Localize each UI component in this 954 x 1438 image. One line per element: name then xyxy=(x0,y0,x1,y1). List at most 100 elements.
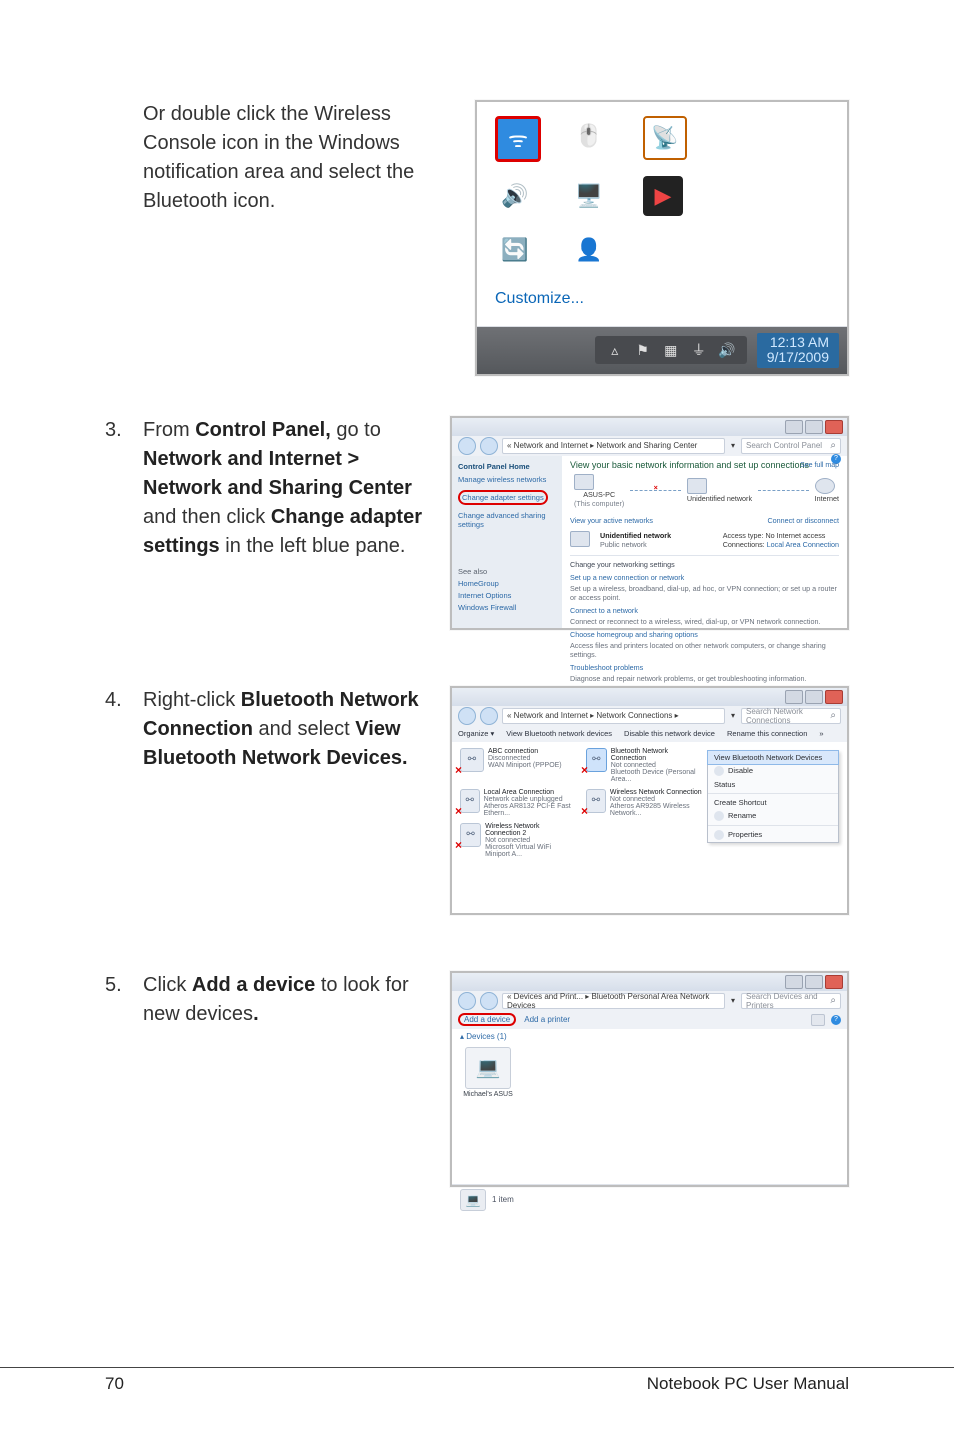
screenshot-network-sharing: « Network and Internet ▸ Network and Sha… xyxy=(450,416,849,630)
see-also-internet-options[interactable]: Internet Options xyxy=(458,591,556,600)
breadcrumb[interactable]: « Network and Internet ▸ Network and Sha… xyxy=(502,438,725,454)
help-icon[interactable]: ? xyxy=(831,1015,841,1025)
forward-button[interactable] xyxy=(480,707,498,725)
add-device-button[interactable]: Add a device xyxy=(458,1013,516,1026)
wifi-icon[interactable]: ᯤ xyxy=(495,116,541,162)
search-input[interactable]: Search Network Connections xyxy=(741,708,841,724)
setup-link[interactable]: Set up a new connection or network xyxy=(570,573,839,582)
conn-item[interactable]: ⚯× Wireless Network Connection 2Not conn… xyxy=(460,823,576,858)
menu-view-bt[interactable]: View Bluetooth Network Devices xyxy=(707,750,839,765)
tray-time: 12:13 AM xyxy=(767,335,829,350)
sidebar-link-sharing[interactable]: Change advanced sharing settings xyxy=(458,511,556,529)
conn-item-bluetooth[interactable]: ⚯× Bluetooth Network ConnectionNot conne… xyxy=(586,748,702,783)
connections-list: ⚯× ABC connectionDisconnectedWAN Minipor… xyxy=(452,742,719,864)
organize-menu[interactable]: Organize ▾ xyxy=(458,729,494,738)
min-button[interactable] xyxy=(785,420,803,434)
forward-button[interactable] xyxy=(480,992,498,1010)
conn-item[interactable]: ⚯× ABC connectionDisconnectedWAN Minipor… xyxy=(460,748,576,783)
node-pc-icon xyxy=(574,474,594,490)
add-printer-button[interactable]: Add a printer xyxy=(524,1015,570,1024)
back-button[interactable] xyxy=(458,437,476,455)
window-titlebar xyxy=(452,418,847,436)
node-internet-icon xyxy=(815,478,835,494)
back-button[interactable] xyxy=(458,992,476,1010)
toolbar-disable[interactable]: Disable this network device xyxy=(624,729,715,738)
max-button[interactable] xyxy=(805,420,823,434)
mouse-icon[interactable]: 🖱️ xyxy=(569,116,609,156)
connection-icon: ⚯× xyxy=(460,748,484,772)
connect-desc: Connect or reconnect to a wireless, wire… xyxy=(570,617,839,626)
close-button[interactable] xyxy=(825,420,843,434)
connect-disconnect-link[interactable]: Connect or disconnect xyxy=(767,516,839,525)
tray-up-icon[interactable]: ▵ xyxy=(605,340,625,360)
tray-bars-icon[interactable]: ⏚ xyxy=(689,340,709,360)
breadcrumb[interactable]: « Devices and Print... ▸ Bluetooth Perso… xyxy=(502,993,725,1009)
device-item[interactable]: 💻 Michael's ASUS xyxy=(462,1047,514,1098)
see-also-firewall[interactable]: Windows Firewall xyxy=(458,603,556,612)
view-button[interactable] xyxy=(811,1014,825,1026)
toolbar-view-bt[interactable]: View Bluetooth network devices xyxy=(506,729,612,738)
min-button[interactable] xyxy=(785,975,803,989)
monitor-icon[interactable]: 🖥️ xyxy=(569,176,609,216)
troubleshoot-link[interactable]: Troubleshoot problems xyxy=(570,663,839,672)
toolbar-rename[interactable]: Rename this connection xyxy=(727,729,807,738)
back-button[interactable] xyxy=(458,707,476,725)
tray-clock[interactable]: 12:13 AM 9/17/2009 xyxy=(757,333,839,368)
menu-disable[interactable]: Disable xyxy=(708,764,838,778)
search-input[interactable]: Search Control Panel xyxy=(741,438,841,454)
tray-net-icon[interactable]: ▦ xyxy=(661,340,681,360)
refresh-icon[interactable]: 🔄 xyxy=(495,230,535,270)
menu-rename[interactable]: Rename xyxy=(708,809,838,823)
access-type-value: No Internet access xyxy=(765,531,825,540)
menu-properties[interactable]: Properties xyxy=(708,828,838,842)
node-pc-sub: (This computer) xyxy=(574,499,624,508)
node-pc: ASUS-PC xyxy=(574,490,624,499)
devices-header[interactable]: ▴ Devices (1) xyxy=(452,1029,847,1041)
unidentified-label: Unidentified network xyxy=(600,531,671,540)
connect-link[interactable]: Connect to a network xyxy=(570,606,839,615)
connections-label: Connections: xyxy=(723,540,765,549)
device-laptop-icon: 💻 xyxy=(465,1047,511,1089)
conn-item[interactable]: ⚯× Local Area ConnectionNetwork cable un… xyxy=(460,789,576,817)
forward-button[interactable] xyxy=(480,437,498,455)
page-number: 70 xyxy=(105,1374,124,1394)
screenshot-add-device: « Devices and Print... ▸ Bluetooth Perso… xyxy=(450,971,849,1187)
full-map-link[interactable]: See full map xyxy=(800,462,839,469)
menu-shortcut[interactable]: Create Shortcut xyxy=(708,796,838,809)
menu-status[interactable]: Status xyxy=(708,778,838,791)
antenna-icon[interactable]: 📡 xyxy=(643,116,687,160)
close-button[interactable] xyxy=(825,975,843,989)
video-icon[interactable]: ▶ xyxy=(643,176,683,216)
device-name: Michael's ASUS xyxy=(462,1091,514,1098)
close-button[interactable] xyxy=(825,690,843,704)
max-button[interactable] xyxy=(805,975,823,989)
see-also-label: See also xyxy=(458,567,556,576)
max-button[interactable] xyxy=(805,690,823,704)
customize-link[interactable]: Customize... xyxy=(477,280,847,326)
sidebar-header: Control Panel Home xyxy=(458,462,556,471)
context-menu: View Bluetooth Network Devices Disable S… xyxy=(707,750,839,843)
step-text: Right-click Bluetooth Network Connection… xyxy=(143,686,443,773)
connections-link[interactable]: Local Area Connection xyxy=(767,540,839,549)
tray-vol-icon[interactable]: 🔊 xyxy=(717,340,737,360)
search-input[interactable]: Search Devices and Printers xyxy=(741,993,841,1009)
red-x-icon: × xyxy=(654,483,658,492)
footer-title: Notebook PC User Manual xyxy=(647,1374,849,1394)
toolbar: Organize ▾ View Bluetooth network device… xyxy=(452,726,847,742)
speaker-icon[interactable]: 🔊 xyxy=(495,176,535,216)
tray-flag-icon[interactable]: ⚑ xyxy=(633,340,653,360)
min-button[interactable] xyxy=(785,690,803,704)
view-active-link[interactable]: View your active networks xyxy=(570,516,653,525)
homegroup-link[interactable]: Choose homegroup and sharing options xyxy=(570,630,839,639)
sidebar-link-wireless[interactable]: Manage wireless networks xyxy=(458,475,556,484)
sidebar-link-adapter[interactable]: Change adapter settings xyxy=(458,490,548,505)
user-icon[interactable]: 👤 xyxy=(569,230,609,270)
see-also-homegroup[interactable]: HomeGroup xyxy=(458,579,556,588)
breadcrumb[interactable]: « Network and Internet ▸ Network Connect… xyxy=(502,708,725,724)
troubleshoot-desc: Diagnose and repair network problems, or… xyxy=(570,674,839,683)
public-network-label: Public network xyxy=(600,540,671,549)
toolbar-more[interactable]: » xyxy=(819,729,823,738)
conn-item[interactable]: ⚯× Wireless Network ConnectionNot connec… xyxy=(586,789,702,817)
node-net: Unidentified network xyxy=(687,494,752,503)
unidentified-icon xyxy=(570,531,590,547)
